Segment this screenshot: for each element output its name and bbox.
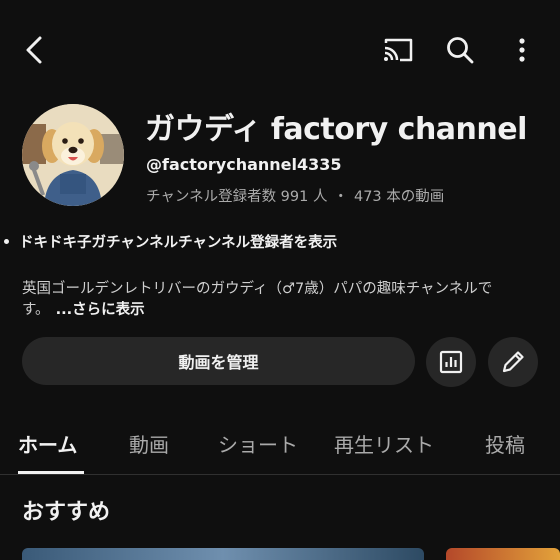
tab-shorts[interactable]: ショート	[218, 429, 298, 458]
cast-icon[interactable]	[380, 34, 416, 66]
channel-description[interactable]: 英国ゴールデンレトリバーのガウディ（♂7歳）パパの趣味チャンネルです。 ...さら…	[22, 279, 542, 321]
channel-tabs: ホーム 動画 ショート 再生リスト 投稿	[0, 415, 560, 475]
video-thumbnail[interactable]	[22, 548, 424, 560]
pencil-icon	[502, 351, 524, 373]
back-arrow-icon[interactable]	[18, 30, 50, 70]
tab-posts[interactable]: 投稿	[485, 429, 525, 458]
bullet-dot	[4, 239, 9, 244]
channel-stats: チャンネル登録者数 991 人・ 473 本の動画	[146, 185, 444, 206]
show-more-link[interactable]: ...さらに表示	[56, 302, 145, 318]
stats-separator: ・	[333, 189, 348, 205]
more-vertical-icon[interactable]	[508, 32, 536, 68]
analytics-button[interactable]	[426, 337, 476, 387]
manage-videos-button[interactable]: 動画を管理	[22, 337, 415, 385]
subscriber-count: チャンネル登録者数 991 人	[146, 189, 328, 205]
channel-name: ガウディ factory channel	[145, 112, 527, 147]
channel-page: ガウディ factory channel @factorychannel4335…	[0, 0, 560, 560]
channel-handle: @factorychannel4335	[146, 155, 342, 174]
dog-mechanic-illustration	[22, 104, 124, 206]
section-title-recommended: おすすめ	[22, 500, 111, 525]
search-icon[interactable]	[442, 32, 478, 68]
edit-channel-button[interactable]	[488, 337, 538, 387]
analytics-icon	[439, 350, 463, 374]
tab-playlists[interactable]: 再生リスト	[334, 429, 434, 458]
video-thumbnail[interactable]	[446, 548, 560, 560]
channel-avatar[interactable]	[22, 104, 124, 206]
tab-videos[interactable]: 動画	[129, 429, 169, 458]
tab-home[interactable]: ホーム	[18, 429, 77, 458]
view-subscribers-link[interactable]: ドキドキ子ガチャンネルチャンネル登録者を表示	[4, 231, 544, 252]
video-count: 473 本の動画	[353, 189, 445, 205]
top-app-bar	[0, 28, 560, 72]
subscriber-link-label: ドキドキ子ガチャンネルチャンネル登録者を表示	[19, 235, 338, 251]
tabs-divider	[0, 474, 560, 475]
